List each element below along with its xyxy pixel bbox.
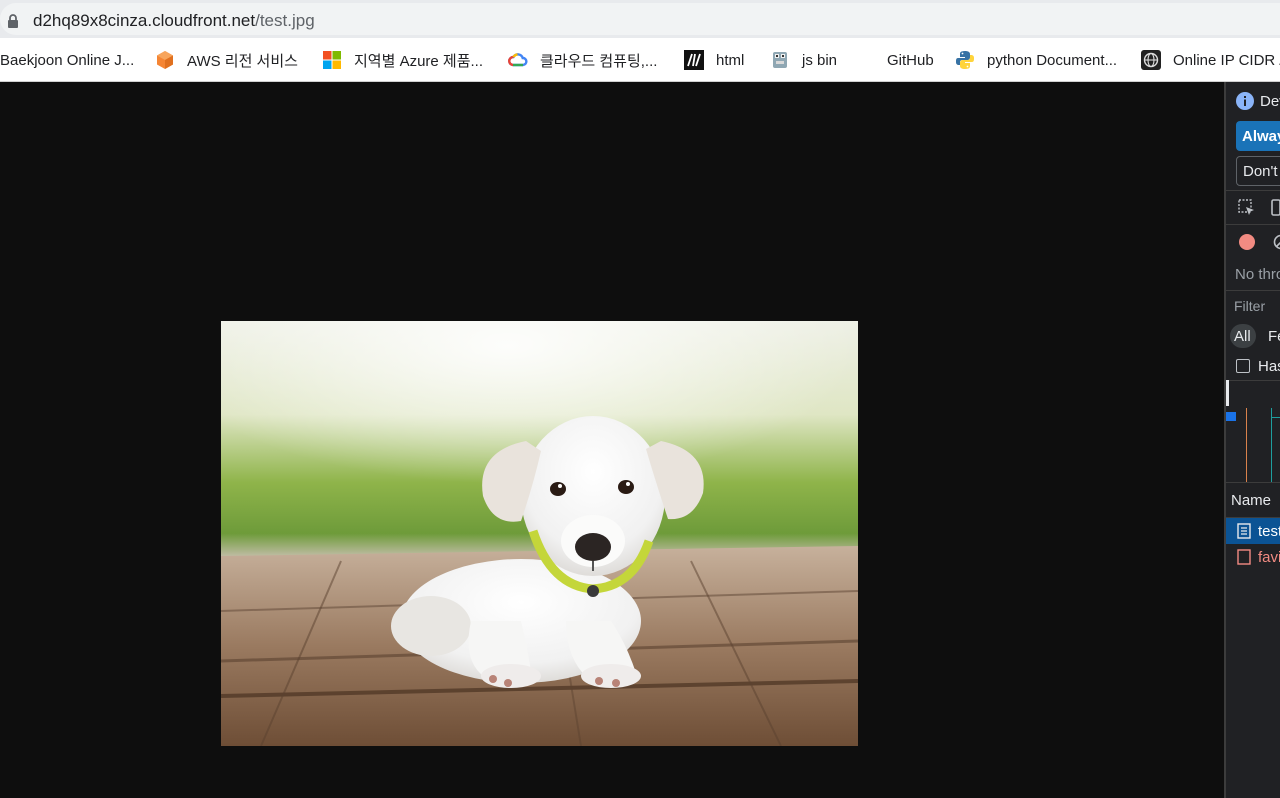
device-toolbar-icon[interactable] (1270, 199, 1280, 217)
failed-request-icon (1237, 549, 1251, 565)
bookmark-baekjoon[interactable]: Baekjoon Online J... (0, 49, 134, 71)
has-checkbox-label: Has (1258, 358, 1280, 375)
microsoft-logo-icon (323, 51, 341, 69)
url-host: d2hq89x8cinza.cloudfront.net (33, 11, 256, 30)
puppy-photo-image (221, 321, 858, 746)
bookmark-label: AWS 리전 서비스 (187, 52, 298, 70)
bookmark-label: 클라우드 컴퓨팅,... (540, 52, 658, 70)
image-viewer (0, 82, 1224, 798)
has-blocked-checkbox[interactable] (1236, 359, 1250, 373)
bookmark-html[interactable]: html (684, 49, 744, 71)
globe-icon (1141, 50, 1161, 70)
tab-fetch[interactable]: Fe (1268, 328, 1280, 345)
tab-all[interactable]: All (1230, 324, 1256, 348)
timeline-bar (1226, 412, 1236, 421)
python-icon (956, 51, 974, 69)
clear-icon[interactable] (1273, 234, 1280, 250)
always-button[interactable]: Alway (1236, 121, 1280, 151)
bookmark-label: Baekjoon Online J... (0, 51, 135, 69)
bookmark-google-cloud[interactable]: 클라우드 컴퓨팅,... (508, 49, 657, 71)
bookmark-azure[interactable]: 지역별 Azure 제품... (322, 49, 483, 71)
divider (1226, 482, 1280, 483)
dont-button[interactable]: Don't (1236, 156, 1280, 186)
dont-button-label: Don't (1243, 163, 1278, 180)
timeline-marker (1271, 408, 1272, 482)
tab-all-label: All (1234, 328, 1251, 345)
address-bar: d2hq89x8cinza.cloudfront.net/test.jpg (0, 0, 1280, 38)
mdn-icon (684, 50, 704, 70)
always-button-label: Alway (1242, 128, 1280, 145)
bookmark-label: python Document... (987, 51, 1118, 69)
puppy-photo[interactable] (221, 321, 858, 746)
bookmarks-bar: Baekjoon Online J... AWS 리전 서비스 지역별 Azur… (0, 38, 1280, 82)
request-row[interactable]: favi (1226, 544, 1280, 570)
throttling-select[interactable]: No thro (1235, 266, 1280, 283)
url-path: /test.jpg (255, 11, 315, 30)
info-text: Dev (1260, 93, 1280, 110)
timeline-handle[interactable] (1226, 380, 1229, 406)
request-name: favi (1258, 549, 1280, 566)
divider (1226, 190, 1280, 191)
timeline-marker (1271, 417, 1280, 418)
divider (1226, 290, 1280, 291)
timeline-marker (1246, 408, 1247, 482)
devtools-panel: Dev Alway Don't No thro Filter All Fe Ha… (1224, 82, 1280, 798)
info-icon (1236, 92, 1254, 110)
inspect-element-icon[interactable] (1238, 199, 1256, 217)
bookmark-label: js bin (802, 51, 838, 69)
request-name: test (1258, 523, 1280, 540)
jsbin-icon (773, 52, 787, 68)
request-row[interactable]: test (1226, 518, 1280, 544)
aws-cube-icon (157, 51, 173, 69)
bookmark-ip-cidr[interactable]: Online IP CIDR / (1141, 49, 1280, 71)
bookmark-aws[interactable]: AWS 리전 서비스 (155, 49, 298, 71)
timeline-overview[interactable] (1226, 380, 1280, 482)
omnibox[interactable]: d2hq89x8cinza.cloudfront.net/test.jpg (0, 3, 1280, 35)
bookmark-jsbin[interactable]: js bin (770, 49, 837, 71)
url-text[interactable]: d2hq89x8cinza.cloudfront.net/test.jpg (33, 11, 315, 31)
bookmark-python[interactable]: python Document... (955, 49, 1117, 71)
lock-icon[interactable] (7, 14, 19, 28)
record-icon[interactable] (1239, 234, 1255, 250)
bookmark-label: GitHub (887, 51, 934, 69)
name-column-header[interactable]: Name (1231, 492, 1271, 509)
document-icon (1237, 523, 1251, 539)
bookmark-label: 지역별 Azure 제품... (354, 52, 484, 70)
divider (1226, 224, 1280, 225)
filter-input[interactable]: Filter (1234, 298, 1265, 314)
bookmark-label: Online IP CIDR / (1173, 51, 1280, 69)
bookmark-label: html (716, 51, 745, 69)
google-cloud-icon (508, 53, 528, 67)
bookmark-github[interactable]: GitHub (887, 49, 934, 71)
